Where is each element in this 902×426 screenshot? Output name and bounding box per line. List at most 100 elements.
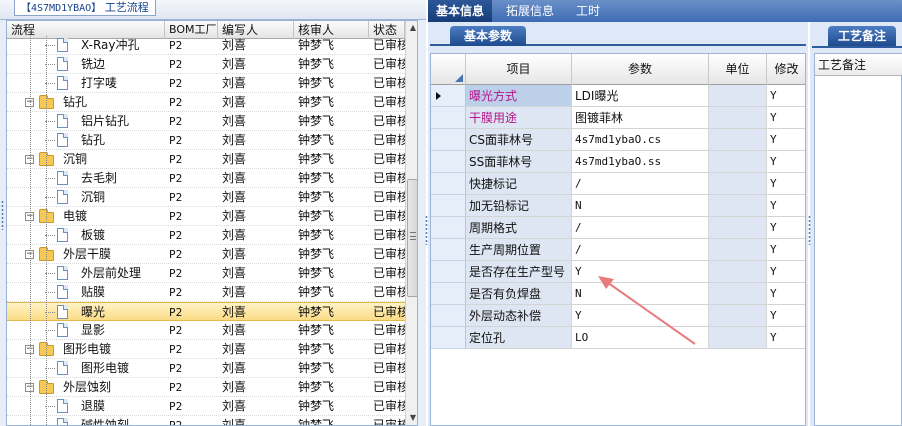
row-selector[interactable] [431,261,466,283]
col-unit[interactable]: 单位 [709,54,767,85]
row-selector[interactable] [431,107,466,129]
param-modify[interactable]: Y [767,85,805,107]
param-value[interactable]: 4s7md1ybaO.cs [572,129,709,151]
param-modify[interactable]: Y [767,239,805,261]
row-selector[interactable] [431,305,466,327]
param-row[interactable]: 周期格式 / Y [431,217,805,239]
tree-row[interactable]: 贴膜 P2 刘喜 钟梦飞 已审核 [7,283,405,302]
param-unit[interactable] [709,283,767,305]
param-row[interactable]: 快捷标记 / Y [431,173,805,195]
tree-row[interactable]: 曝光 P2 刘喜 钟梦飞 已审核 [7,302,405,321]
param-unit[interactable] [709,239,767,261]
scroll-down-icon[interactable]: ▼ [407,411,417,425]
param-modify[interactable]: Y [767,261,805,283]
tree-row[interactable]: 铣边 P2 刘喜 钟梦飞 已审核 [7,55,405,74]
tree-row[interactable]: 退膜 P2 刘喜 钟梦飞 已审核 [7,397,405,416]
reviewer: 钟梦飞 [298,152,335,166]
param-row[interactable]: 加无铅标记 N Y [431,195,805,217]
author: 刘喜 [222,228,247,242]
param-unit[interactable] [709,173,767,195]
param-modify[interactable]: Y [767,151,805,173]
param-unit[interactable] [709,107,767,129]
param-modify[interactable]: Y [767,129,805,151]
tree-guide-line [30,36,31,425]
params-grid: 项目 参数 单位 修改 曝光方式 LDI曝光 Y 干膜用途 图镀菲林 Y CS面菲林号 4s7… [430,53,806,426]
param-modify[interactable]: Y [767,327,805,349]
param-unit[interactable] [709,151,767,173]
param-value[interactable]: / [572,239,709,261]
param-row[interactable]: 干膜用途 图镀菲林 Y [431,107,805,129]
row-selector[interactable] [431,85,466,107]
param-value[interactable]: 图镀菲林 [572,107,709,129]
param-modify[interactable]: Y [767,283,805,305]
tab-basic-params[interactable]: 基本参数 [450,26,527,46]
param-modify[interactable]: Y [767,107,805,129]
bom-factory: P2 [169,96,183,109]
param-unit[interactable] [709,305,767,327]
param-unit[interactable] [709,261,767,283]
tab-extended-info[interactable]: 拓展信息 [498,0,562,22]
param-row[interactable]: SS面菲林号 4s7md1ybaO.ss Y [431,151,805,173]
tree-row[interactable]: −外层蚀刻P2刘喜钟梦飞已审核 [7,378,405,397]
col-param[interactable]: 参数 [572,54,709,85]
reviewer: 钟梦飞 [298,361,335,375]
param-value[interactable]: 4s7md1ybaO.ss [572,151,709,173]
row-selector[interactable] [431,283,466,305]
row-selector[interactable] [431,129,466,151]
row-selector[interactable] [431,239,466,261]
tab-basic-info[interactable]: 基本信息 [428,0,493,22]
param-value[interactable]: / [572,173,709,195]
row-selector-header[interactable] [431,54,466,85]
param-value[interactable]: LDI曝光 [572,85,709,107]
tree-row[interactable]: 打字唛 P2 刘喜 钟梦飞 已审核 [7,74,405,93]
tree-row[interactable]: −钻孔P2刘喜钟梦飞已审核 [7,93,405,112]
row-selector[interactable] [431,195,466,217]
param-value[interactable]: N [572,195,709,217]
row-selector[interactable] [431,217,466,239]
tree-row[interactable]: 去毛刺 P2 刘喜 钟梦飞 已审核 [7,169,405,188]
row-selector[interactable] [431,173,466,195]
author: 刘喜 [222,361,247,375]
status: 已审核 [373,342,405,356]
tree-row[interactable]: −电镀P2刘喜钟梦飞已审核 [7,207,405,226]
tree-row[interactable]: 显影 P2 刘喜 钟梦飞 已审核 [7,321,405,340]
tab-work-hours[interactable]: 工时 [568,0,608,22]
scroll-up-icon[interactable]: ▲ [407,21,417,35]
right-splitter-grip-icon[interactable] [808,215,811,245]
col-item[interactable]: 项目 [466,54,572,85]
row-selector[interactable] [431,151,466,173]
param-unit[interactable] [709,217,767,239]
param-modify[interactable]: Y [767,305,805,327]
param-row[interactable]: CS面菲林号 4s7md1ybaO.cs Y [431,129,805,151]
param-unit[interactable] [709,129,767,151]
tree-row[interactable]: 外层前处理 P2 刘喜 钟梦飞 已审核 [7,264,405,283]
document-icon [57,38,68,52]
param-unit[interactable] [709,195,767,217]
tree-scrollbar[interactable]: ▲ ▼ [405,21,417,425]
tree-row[interactable]: 板镀 P2 刘喜 钟梦飞 已审核 [7,226,405,245]
param-row[interactable]: 曝光方式 LDI曝光 Y [431,85,805,107]
tree-row[interactable]: 碱性蚀刻 P2 刘喜 钟梦飞 已审核 [7,416,405,425]
tree-row[interactable]: 钻孔 P2 刘喜 钟梦飞 已审核 [7,131,405,150]
param-value[interactable]: / [572,217,709,239]
tree-row[interactable]: −图形电镀P2刘喜钟梦飞已审核 [7,340,405,359]
param-modify[interactable]: Y [767,217,805,239]
tree-row[interactable]: X-Ray冲孔 P2 刘喜 钟梦飞 已审核 [7,36,405,55]
param-modify[interactable]: Y [767,173,805,195]
tree-row[interactable]: −外层干膜P2刘喜钟梦飞已审核 [7,245,405,264]
process-tree-grid: 流程 BOM工厂 编写人 核审人 状态 X-Ray冲孔P2刘喜钟梦飞已审核铣边P… [6,20,418,426]
col-modify[interactable]: 修改 [767,54,805,85]
scroll-thumb[interactable] [407,179,417,297]
tree-row[interactable]: 铝片钻孔 P2 刘喜 钟梦飞 已审核 [7,112,405,131]
reviewer: 钟梦飞 [298,133,335,147]
row-selector[interactable] [431,327,466,349]
param-unit[interactable] [709,85,767,107]
left-splitter-grip-icon[interactable] [1,200,4,230]
tree-row[interactable]: −沉铜P2刘喜钟梦飞已审核 [7,150,405,169]
param-unit[interactable] [709,327,767,349]
tab-process-notes[interactable]: 工艺备注 [828,26,897,46]
tree-row[interactable]: 图形电镀 P2 刘喜 钟梦飞 已审核 [7,359,405,378]
param-modify[interactable]: Y [767,195,805,217]
param-row[interactable]: 生产周期位置 / Y [431,239,805,261]
tree-row[interactable]: 沉铜 P2 刘喜 钟梦飞 已审核 [7,188,405,207]
